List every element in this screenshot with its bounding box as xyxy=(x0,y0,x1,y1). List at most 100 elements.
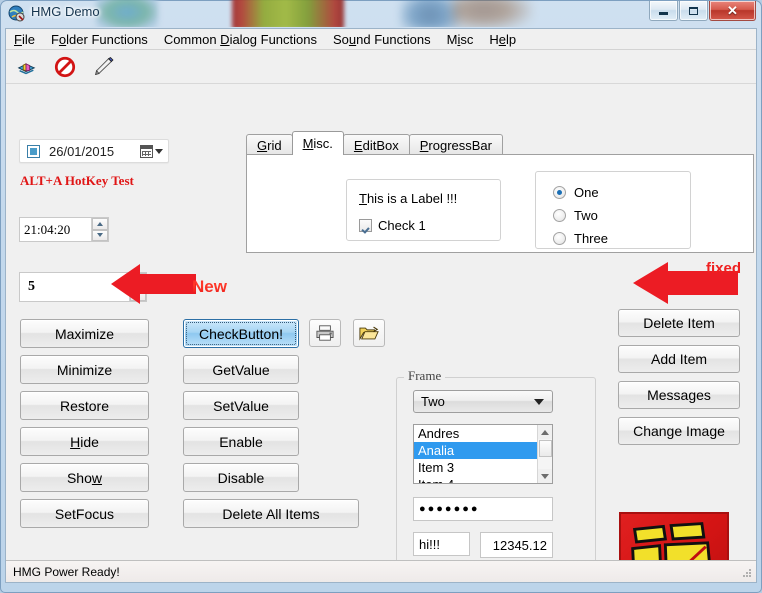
list-item-selected[interactable]: Analia xyxy=(414,442,537,459)
time-spinner-down[interactable] xyxy=(92,229,108,241)
radio-option-three[interactable]: Three xyxy=(553,231,608,246)
radio-list: One Two Three xyxy=(553,185,608,254)
tab-strip: Grid Misc. EditBox ProgressBar xyxy=(246,131,503,155)
frame-combobox[interactable]: Two xyxy=(413,390,553,413)
radio-option-one[interactable]: One xyxy=(553,185,608,200)
printer-color-icon[interactable] xyxy=(13,54,39,80)
tab-misc[interactable]: Misc. xyxy=(291,131,344,155)
app-window: HMG Demo ✕ File Folder Functions Common … xyxy=(0,0,762,593)
pen-icon[interactable] xyxy=(91,54,117,80)
tab-grid[interactable]: Grid xyxy=(246,134,293,155)
maximize-window-button[interactable]: Maximize xyxy=(20,319,149,348)
delete-item-button[interactable]: Delete Item xyxy=(618,309,740,337)
close-icon: ✕ xyxy=(727,3,738,18)
radio-label-one: One xyxy=(574,185,599,200)
annotation-label-fixed: fixed xyxy=(706,260,742,277)
date-picker[interactable]: 26/01/2015 xyxy=(19,139,169,163)
radio-icon xyxy=(553,232,566,245)
sample-label: This is a Label !!! xyxy=(359,191,458,206)
menu-misc[interactable]: Misc xyxy=(439,30,482,49)
frame-group-title: Frame xyxy=(404,368,446,384)
time-spinner-buttons xyxy=(91,218,108,241)
label-group-box: This is a Label !!! Check 1 xyxy=(346,179,501,241)
open-folder-button[interactable] xyxy=(353,319,385,347)
restore-window-button[interactable]: Restore xyxy=(20,391,149,420)
setvalue-button[interactable]: SetValue xyxy=(183,391,299,420)
tab-progressbar[interactable]: ProgressBar xyxy=(408,134,503,155)
minimize-button[interactable] xyxy=(649,1,678,21)
menu-bar: File Folder Functions Common Dialog Func… xyxy=(6,29,756,50)
minimize-window-button[interactable]: Minimize xyxy=(20,355,149,384)
open-folder-icon xyxy=(359,326,379,341)
hide-button[interactable]: Hide xyxy=(20,427,149,456)
app-globe-icon xyxy=(8,5,25,22)
enable-button[interactable]: Enable xyxy=(183,427,299,456)
radio-icon-selected xyxy=(553,186,566,199)
client-area: File Folder Functions Common Dialog Func… xyxy=(5,28,757,583)
list-item[interactable]: Item 4 xyxy=(414,476,537,483)
toolbar xyxy=(6,50,756,84)
messages-button[interactable]: Messages xyxy=(618,381,740,409)
change-image-button[interactable]: Change Image xyxy=(618,417,740,445)
password-masked-value: ●●●●●●● xyxy=(419,503,480,515)
no-entry-icon[interactable] xyxy=(52,54,78,80)
delete-all-items-button[interactable]: Delete All Items xyxy=(183,499,359,528)
decimal-field-value: 12345.12 xyxy=(492,537,547,553)
title-bar[interactable]: HMG Demo ✕ xyxy=(0,0,762,27)
radio-icon xyxy=(553,209,566,222)
main-content: 26/01/2015 ALT+A HotKey Test 21:04:20 5 xyxy=(6,85,756,582)
focus-ring xyxy=(186,322,296,345)
minimize-icon xyxy=(659,11,668,15)
setfocus-button[interactable]: SetFocus xyxy=(20,499,149,528)
text-field[interactable]: hi!!! xyxy=(413,532,470,556)
chevron-up-icon xyxy=(541,429,549,435)
listbox-scrollbar[interactable] xyxy=(537,425,552,483)
date-picker-checkbox[interactable] xyxy=(27,144,40,158)
check1-label: Check 1 xyxy=(378,218,426,233)
number-spinner-value: 5 xyxy=(28,279,35,294)
decimal-field[interactable]: 12345.12 xyxy=(480,532,553,558)
frame-listbox[interactable]: Andres Analia Item 3 Item 4 xyxy=(413,424,553,484)
password-field[interactable]: ●●●●●●● xyxy=(413,497,553,521)
listbox-items: Andres Analia Item 3 Item 4 xyxy=(414,425,537,483)
time-spinner[interactable]: 21:04:20 xyxy=(19,217,109,242)
add-item-button[interactable]: Add Item xyxy=(618,345,740,373)
window-title: HMG Demo xyxy=(31,4,100,19)
print-icon-button[interactable] xyxy=(309,319,341,347)
radio-option-two[interactable]: Two xyxy=(553,208,608,223)
tab-editbox[interactable]: EditBox xyxy=(342,134,410,155)
chevron-down-icon xyxy=(155,148,163,154)
menu-sound-functions[interactable]: Sound Functions xyxy=(325,30,439,49)
scrollbar-thumb[interactable] xyxy=(538,440,552,457)
maximize-button[interactable] xyxy=(679,1,708,21)
menu-folder-functions[interactable]: Folder Functions xyxy=(43,30,156,49)
close-button[interactable]: ✕ xyxy=(709,1,756,21)
tab-panel-misc: This is a Label !!! Check 1 One Two Thre… xyxy=(246,154,754,253)
check1-row[interactable]: Check 1 xyxy=(359,218,426,233)
scroll-up-button[interactable] xyxy=(537,425,552,439)
maximize-icon xyxy=(689,6,698,15)
time-spinner-up[interactable] xyxy=(92,218,108,230)
menu-help[interactable]: Help xyxy=(481,30,524,49)
list-item[interactable]: Item 3 xyxy=(414,459,537,476)
window-controls: ✕ xyxy=(649,1,756,21)
radio-label-three: Three xyxy=(574,231,608,246)
chevron-up-icon xyxy=(97,221,103,226)
scroll-down-button[interactable] xyxy=(537,469,552,483)
menu-file[interactable]: File xyxy=(6,30,43,49)
printer-icon xyxy=(316,325,334,341)
check1-checkbox[interactable] xyxy=(359,219,372,232)
time-spinner-value: 21:04:20 xyxy=(24,221,71,237)
getvalue-button[interactable]: GetValue xyxy=(183,355,299,384)
calendar-icon xyxy=(140,144,153,158)
status-bar-text: HMG Power Ready! xyxy=(13,564,120,579)
menu-common-dialog-functions[interactable]: Common Dialog Functions xyxy=(156,30,325,49)
list-item[interactable]: Andres xyxy=(414,425,537,442)
checkbutton-toggle[interactable]: CheckButton! xyxy=(183,319,299,348)
annotation-label-new: New xyxy=(192,277,227,296)
resize-grip[interactable] xyxy=(742,568,753,579)
show-button[interactable]: Sho w xyxy=(20,463,149,492)
disable-button[interactable]: Disable xyxy=(183,463,299,492)
radio-group-box: One Two Three xyxy=(535,171,691,249)
date-picker-dropdown[interactable] xyxy=(140,144,163,158)
